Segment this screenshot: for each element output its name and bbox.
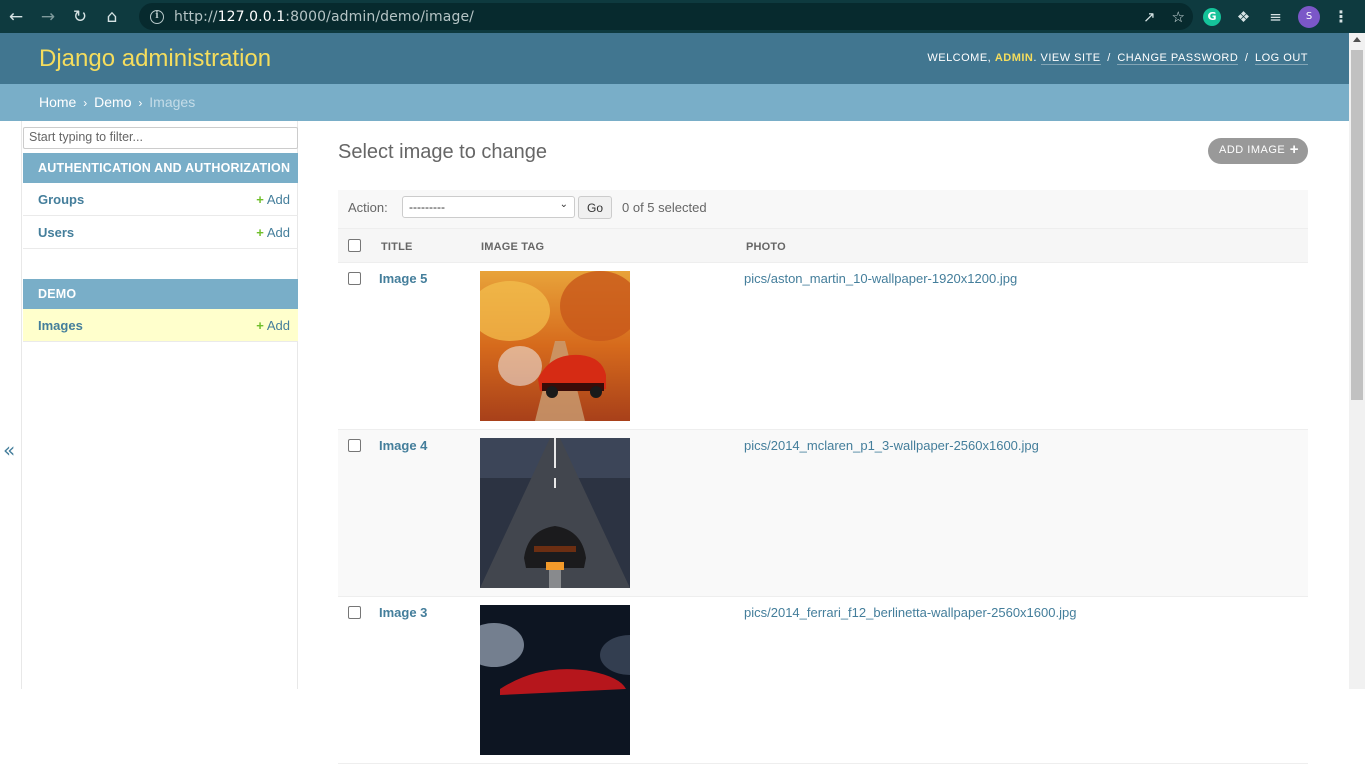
forward-icon[interactable]: → — [32, 0, 64, 33]
app-caption-auth[interactable]: AUTHENTICATION AND AUTHORIZATION — [23, 153, 298, 183]
car-photo-thumbnail — [480, 605, 630, 755]
breadcrumb-home[interactable]: Home — [39, 94, 76, 110]
sidebar-item-label[interactable]: Users — [38, 225, 74, 240]
back-icon[interactable]: ← — [0, 0, 32, 33]
sidebar-item-images: Images + Add — [23, 309, 298, 342]
table-row: Image 3 pics/2014_ferrari_f12_berlinetta… — [338, 597, 1308, 764]
table-header: TITLE IMAGE TAG PHOTO — [338, 228, 1308, 263]
browser-toolbar: ← → ↻ ⌂ i http://127.0.0.1:8000/admin/de… — [0, 0, 1365, 33]
profile-avatar[interactable]: S — [1298, 5, 1320, 28]
site-brand[interactable]: Django administration — [39, 45, 271, 73]
address-bar[interactable]: i http://127.0.0.1:8000/admin/demo/image… — [139, 3, 1193, 30]
row-checkbox[interactable] — [348, 606, 361, 619]
separator: / — [1107, 52, 1111, 64]
breadcrumb-current: Images — [149, 94, 196, 110]
action-label: Action: — [348, 200, 388, 215]
share-icon[interactable]: ↗ — [1143, 8, 1156, 26]
sidebar-item-users: Users + Add — [23, 216, 298, 249]
home-icon[interactable]: ⌂ — [96, 0, 128, 33]
page-scrollbar[interactable] — [1349, 33, 1365, 689]
plus-icon: + — [256, 318, 264, 333]
sidebar-item-groups: Groups + Add — [23, 183, 298, 216]
car-photo-thumbnail — [480, 438, 630, 588]
breadcrumb-separator: › — [138, 96, 143, 110]
results-table: TITLE IMAGE TAG PHOTO Image 5 pics/aston… — [338, 228, 1308, 764]
actions-bar: Action: --------- ⌄ Go 0 of 5 selected — [338, 190, 1308, 228]
sidebar-item-label[interactable]: Images — [38, 318, 83, 333]
user-tools: WELCOME, ADMIN. VIEW SITE / CHANGE PASSW… — [927, 52, 1308, 65]
selection-counter: 0 of 5 selected — [622, 200, 707, 215]
add-images-link[interactable]: + Add — [256, 318, 290, 333]
admin-header: Django administration WELCOME, ADMIN. VI… — [0, 33, 1349, 84]
image-thumbnail — [480, 438, 630, 588]
column-header-title[interactable]: TITLE — [381, 241, 413, 253]
change-password-link[interactable]: CHANGE PASSWORD — [1117, 52, 1239, 65]
table-row: Image 4 pics/2014_mclaren_p1_3-wallpaper… — [338, 430, 1308, 597]
view-site-link[interactable]: VIEW SITE — [1040, 52, 1101, 65]
go-button[interactable]: Go — [578, 196, 612, 219]
sidebar-filter-input[interactable]: Start typing to filter... — [23, 127, 298, 149]
reload-icon[interactable]: ↻ — [64, 0, 96, 33]
breadcrumb-separator: › — [83, 96, 88, 110]
row-checkbox[interactable] — [348, 272, 361, 285]
action-select[interactable]: --------- ⌄ — [402, 196, 575, 218]
extensions-puzzle-icon[interactable]: ❖ — [1234, 8, 1253, 26]
photo-path-link[interactable]: pics/2014_ferrari_f12_berlinetta-wallpap… — [744, 605, 1076, 620]
separator: / — [1244, 52, 1249, 64]
add-users-link[interactable]: + Add — [256, 225, 290, 240]
toggle-sidebar-button[interactable]: « — [3, 438, 15, 462]
add-image-button[interactable]: ADD IMAGE + — [1208, 138, 1308, 164]
row-title-link[interactable]: Image 3 — [379, 605, 427, 620]
plus-icon: + — [1289, 141, 1299, 158]
media-queue-icon[interactable]: ≡ — [1266, 8, 1285, 26]
column-header-photo[interactable]: PHOTO — [746, 241, 786, 253]
site-info-icon[interactable]: i — [150, 9, 164, 24]
add-groups-link[interactable]: + Add — [256, 192, 290, 207]
nav-sidebar: Start typing to filter... AUTHENTICATION… — [21, 121, 298, 689]
url-text[interactable]: http://127.0.0.1:8000/admin/demo/image/ — [174, 9, 474, 25]
plus-icon: + — [256, 192, 264, 207]
welcome-text: WELCOME, — [927, 52, 992, 64]
scrollbar-thumb[interactable] — [1351, 50, 1363, 400]
row-title-link[interactable]: Image 5 — [379, 271, 427, 286]
grammarly-extension-icon[interactable]: G — [1203, 7, 1221, 26]
image-thumbnail — [480, 605, 630, 755]
log-out-link[interactable]: LOG OUT — [1254, 52, 1308, 65]
plus-icon: + — [256, 225, 264, 240]
row-title-link[interactable]: Image 4 — [379, 438, 427, 453]
browser-menu-icon[interactable]: ⋮ — [1333, 7, 1349, 26]
chevron-down-icon: ⌄ — [559, 199, 568, 210]
row-checkbox[interactable] — [348, 439, 361, 452]
image-thumbnail — [480, 271, 630, 421]
table-row: Image 5 pics/aston_martin_10-wallpaper-1… — [338, 263, 1308, 430]
column-header-image-tag: IMAGE TAG — [481, 241, 545, 253]
breadcrumb-demo[interactable]: Demo — [94, 94, 131, 110]
photo-path-link[interactable]: pics/2014_mclaren_p1_3-wallpaper-2560x16… — [744, 438, 1039, 453]
username: ADMIN — [994, 52, 1034, 64]
bookmark-star-icon[interactable]: ☆ — [1172, 8, 1185, 26]
photo-path-link[interactable]: pics/aston_martin_10-wallpaper-1920x1200… — [744, 271, 1017, 286]
breadcrumb: Home › Demo › Images — [0, 84, 1349, 121]
page-title: Select image to change — [338, 141, 548, 163]
app-caption-demo[interactable]: DEMO — [23, 279, 298, 309]
select-all-checkbox[interactable] — [348, 239, 361, 252]
scrollbar-up-arrow[interactable] — [1353, 37, 1361, 42]
sidebar-item-label[interactable]: Groups — [38, 192, 84, 207]
car-photo-thumbnail — [480, 271, 630, 421]
